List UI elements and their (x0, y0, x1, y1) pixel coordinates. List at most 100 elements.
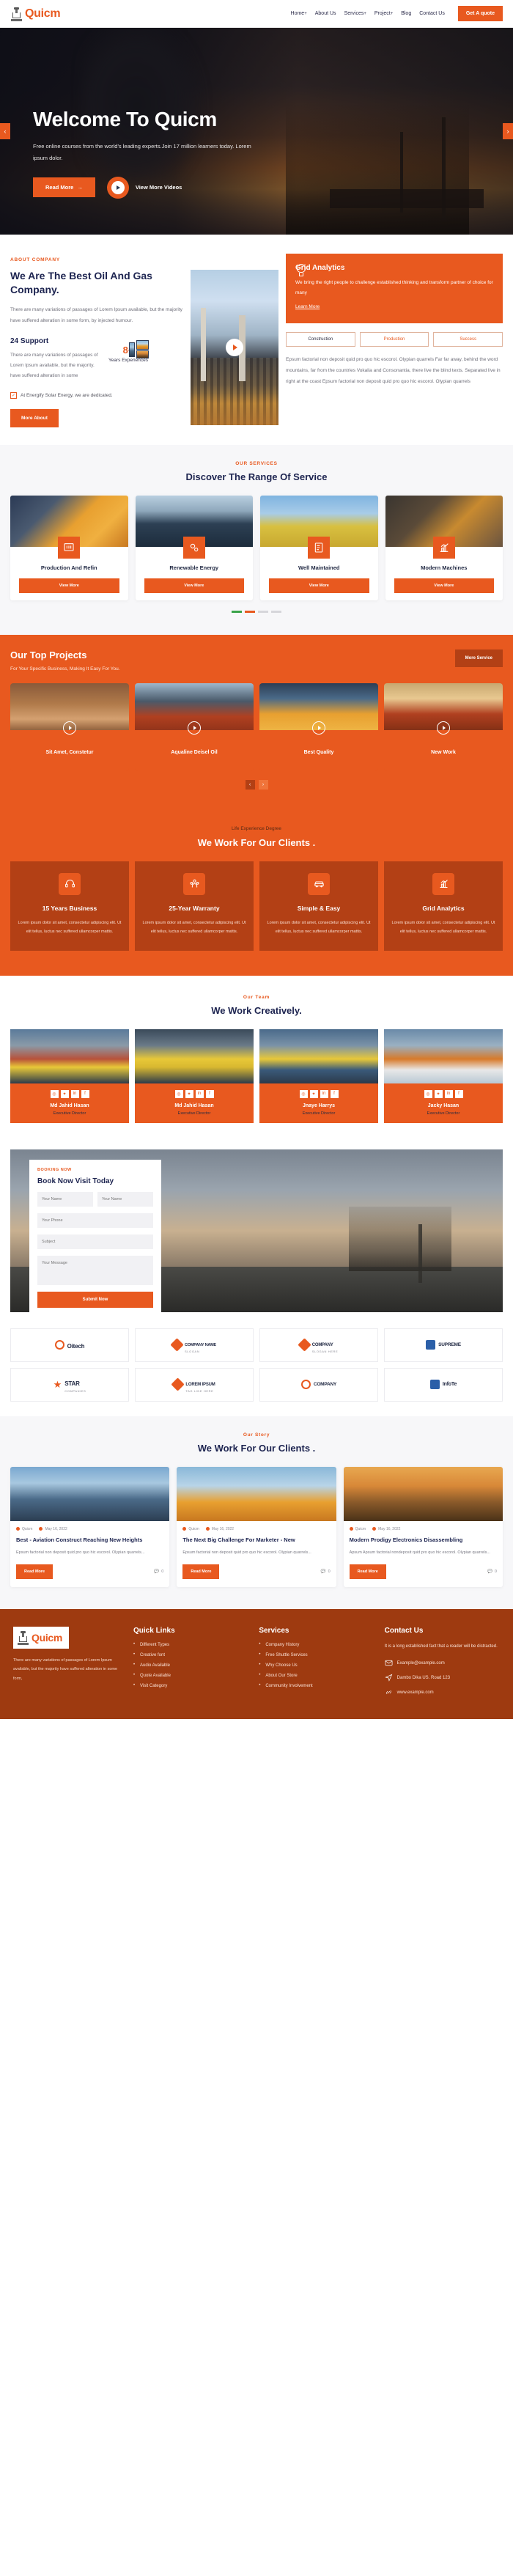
projects-prev-button[interactable]: ‹ (245, 779, 255, 790)
project-card[interactable]: Aqualine Deisel Oil (135, 682, 254, 771)
partner-logo[interactable]: COMPANY (259, 1367, 378, 1402)
twitter-icon[interactable]: ✦ (185, 1089, 193, 1098)
footer-link[interactable]: About Our Store (259, 1673, 374, 1678)
service-card[interactable]: Production And Refin View More (10, 495, 128, 600)
team-member-card: ◎ ✦ in f Md Jahid Hasan Executive Direct… (135, 1028, 254, 1123)
play-icon[interactable] (106, 176, 129, 199)
linkedin-icon[interactable]: in (320, 1089, 328, 1098)
service-view-more-button[interactable]: View More (394, 578, 494, 593)
phone-input[interactable] (37, 1212, 153, 1228)
service-view-more-button[interactable]: View More (269, 578, 369, 593)
projects-next-button[interactable]: › (258, 779, 268, 790)
footer-link[interactable]: Visit Category (133, 1683, 248, 1688)
nav-item-project[interactable]: Project+ (374, 11, 393, 16)
nav-item-about[interactable]: About Us (315, 11, 336, 16)
facebook-icon[interactable]: f (81, 1089, 89, 1098)
linkedin-icon[interactable]: in (444, 1089, 453, 1098)
contact-address[interactable]: Dambo Dika US. Road 123 (384, 1674, 500, 1682)
footer-link[interactable]: Creative font (133, 1652, 248, 1657)
grid-analytics-learn-more-link[interactable]: Learn More (295, 304, 320, 309)
footer-link[interactable]: Free Shuttle Services (259, 1652, 374, 1657)
play-icon[interactable] (63, 721, 76, 735)
blog-read-more-button[interactable]: Read More (349, 1564, 386, 1579)
about-play-icon[interactable] (226, 339, 243, 356)
blue-mark-icon (426, 1340, 436, 1350)
instagram-icon[interactable]: ◎ (424, 1089, 432, 1098)
service-view-more-button[interactable]: View More (19, 578, 119, 593)
nav-item-services[interactable]: Services+ (344, 11, 366, 16)
partner-logo[interactable]: InfoTe (384, 1367, 503, 1402)
project-title: New Work (431, 750, 456, 756)
site-logo[interactable]: Quicm (10, 7, 61, 21)
subject-input[interactable] (37, 1234, 153, 1249)
partner-logo[interactable]: COMPANY SLOGAN HERE (259, 1328, 378, 1362)
more-about-button[interactable]: More About (10, 408, 59, 427)
message-textarea[interactable] (37, 1255, 153, 1285)
facebook-icon[interactable]: f (330, 1089, 339, 1098)
hero-prev-button[interactable]: ‹ (0, 123, 10, 139)
footer-link[interactable]: Why Choose Us (259, 1663, 374, 1668)
nav-item-blog[interactable]: Blog (401, 11, 411, 16)
nav-item-contact[interactable]: Contact Us (419, 11, 445, 16)
contact-website[interactable]: www.example.com (385, 1688, 500, 1696)
blog-read-more-button[interactable]: Read More (16, 1564, 53, 1579)
play-icon[interactable] (437, 721, 450, 735)
partner-logo[interactable]: LOREM IPSUM TAG LINE HERE (135, 1367, 254, 1402)
last-name-input[interactable] (97, 1191, 153, 1207)
blog-read-more-button[interactable]: Read More (182, 1564, 220, 1579)
first-name-input[interactable] (37, 1191, 93, 1207)
footer-contact-list: Example@example.com Dambo Dika US. Road … (384, 1659, 500, 1696)
carousel-dot[interactable] (232, 610, 242, 613)
hero-section: ‹ › Welcome To Quicm Free online courses… (0, 28, 513, 235)
twitter-icon[interactable]: ✦ (434, 1089, 443, 1098)
twitter-icon[interactable]: ✦ (60, 1089, 69, 1098)
partner-logo[interactable]: ★ STAR COMPANIES (10, 1367, 129, 1402)
footer-link[interactable]: Different Types (133, 1642, 248, 1647)
footer-link[interactable]: Quote Available (133, 1673, 248, 1678)
play-icon[interactable] (312, 721, 325, 735)
hero-read-more-button[interactable]: Read More → (33, 177, 95, 198)
instagram-icon[interactable]: ◎ (174, 1089, 183, 1098)
project-card[interactable]: Best Quality (259, 682, 378, 771)
partner-logo[interactable]: SUPREME (384, 1328, 503, 1362)
partner-logo[interactable]: COMPANY NAME SLOGAN (135, 1328, 254, 1362)
submit-now-button[interactable]: Submit Now (37, 1291, 153, 1308)
footer-link[interactable]: Community Involvement (259, 1683, 374, 1688)
service-title: Well Maintained (298, 564, 340, 571)
twitter-icon[interactable]: ✦ (309, 1089, 318, 1098)
partner-logo[interactable]: Oitech (10, 1328, 129, 1362)
nav-item-home[interactable]: Home+ (291, 11, 307, 16)
linkedin-icon[interactable]: in (70, 1089, 79, 1098)
tab-success[interactable]: Success (433, 332, 503, 347)
carousel-dot[interactable] (258, 610, 268, 613)
hero-next-button[interactable]: › (503, 123, 513, 139)
facebook-icon[interactable]: f (205, 1089, 214, 1098)
footer-link[interactable]: Company History (259, 1642, 374, 1647)
carousel-dot[interactable] (245, 610, 255, 613)
instagram-icon[interactable]: ◎ (299, 1089, 308, 1098)
contact-email[interactable]: Example@example.com (385, 1659, 500, 1667)
hero-video-link[interactable]: View More Videos (106, 176, 182, 199)
service-card[interactable]: Modern Machines View More (385, 495, 503, 600)
facebook-icon[interactable]: f (454, 1089, 463, 1098)
booking-section: BOOKING NOW Book Now Visit Today Submit … (10, 1149, 503, 1312)
play-icon[interactable] (188, 721, 201, 735)
blog-post-card[interactable]: Quicm May 16, 2022 Modern Prodigy Electr… (343, 1466, 503, 1587)
service-card[interactable]: Renewable Energy View More (135, 495, 253, 600)
project-card[interactable]: New Work (384, 682, 503, 771)
clients-grid: 15 Years Business Lorem ipsum dolor sit … (10, 861, 503, 951)
service-card[interactable]: Well Maintained View More (260, 495, 378, 600)
service-view-more-button[interactable]: View More (144, 578, 244, 593)
get-a-quote-button[interactable]: Get A quote (457, 6, 503, 21)
instagram-icon[interactable]: ◎ (50, 1089, 59, 1098)
footer-link[interactable]: Audio Available (133, 1663, 248, 1668)
carousel-dot[interactable] (271, 610, 281, 613)
tab-construction[interactable]: Construction (286, 332, 355, 347)
blog-post-card[interactable]: Quicm May 16, 2022 The Next Big Challeng… (177, 1466, 336, 1587)
footer-logo[interactable]: Quicm (13, 1626, 70, 1649)
more-service-button[interactable]: More Service (454, 649, 503, 667)
linkedin-icon[interactable]: in (195, 1089, 204, 1098)
project-card[interactable]: Sit Amet, Constetur (10, 682, 129, 771)
tab-production[interactable]: Production (359, 332, 429, 347)
blog-post-card[interactable]: Quicm May 16, 2022 Best - Aviation Const… (10, 1466, 170, 1587)
